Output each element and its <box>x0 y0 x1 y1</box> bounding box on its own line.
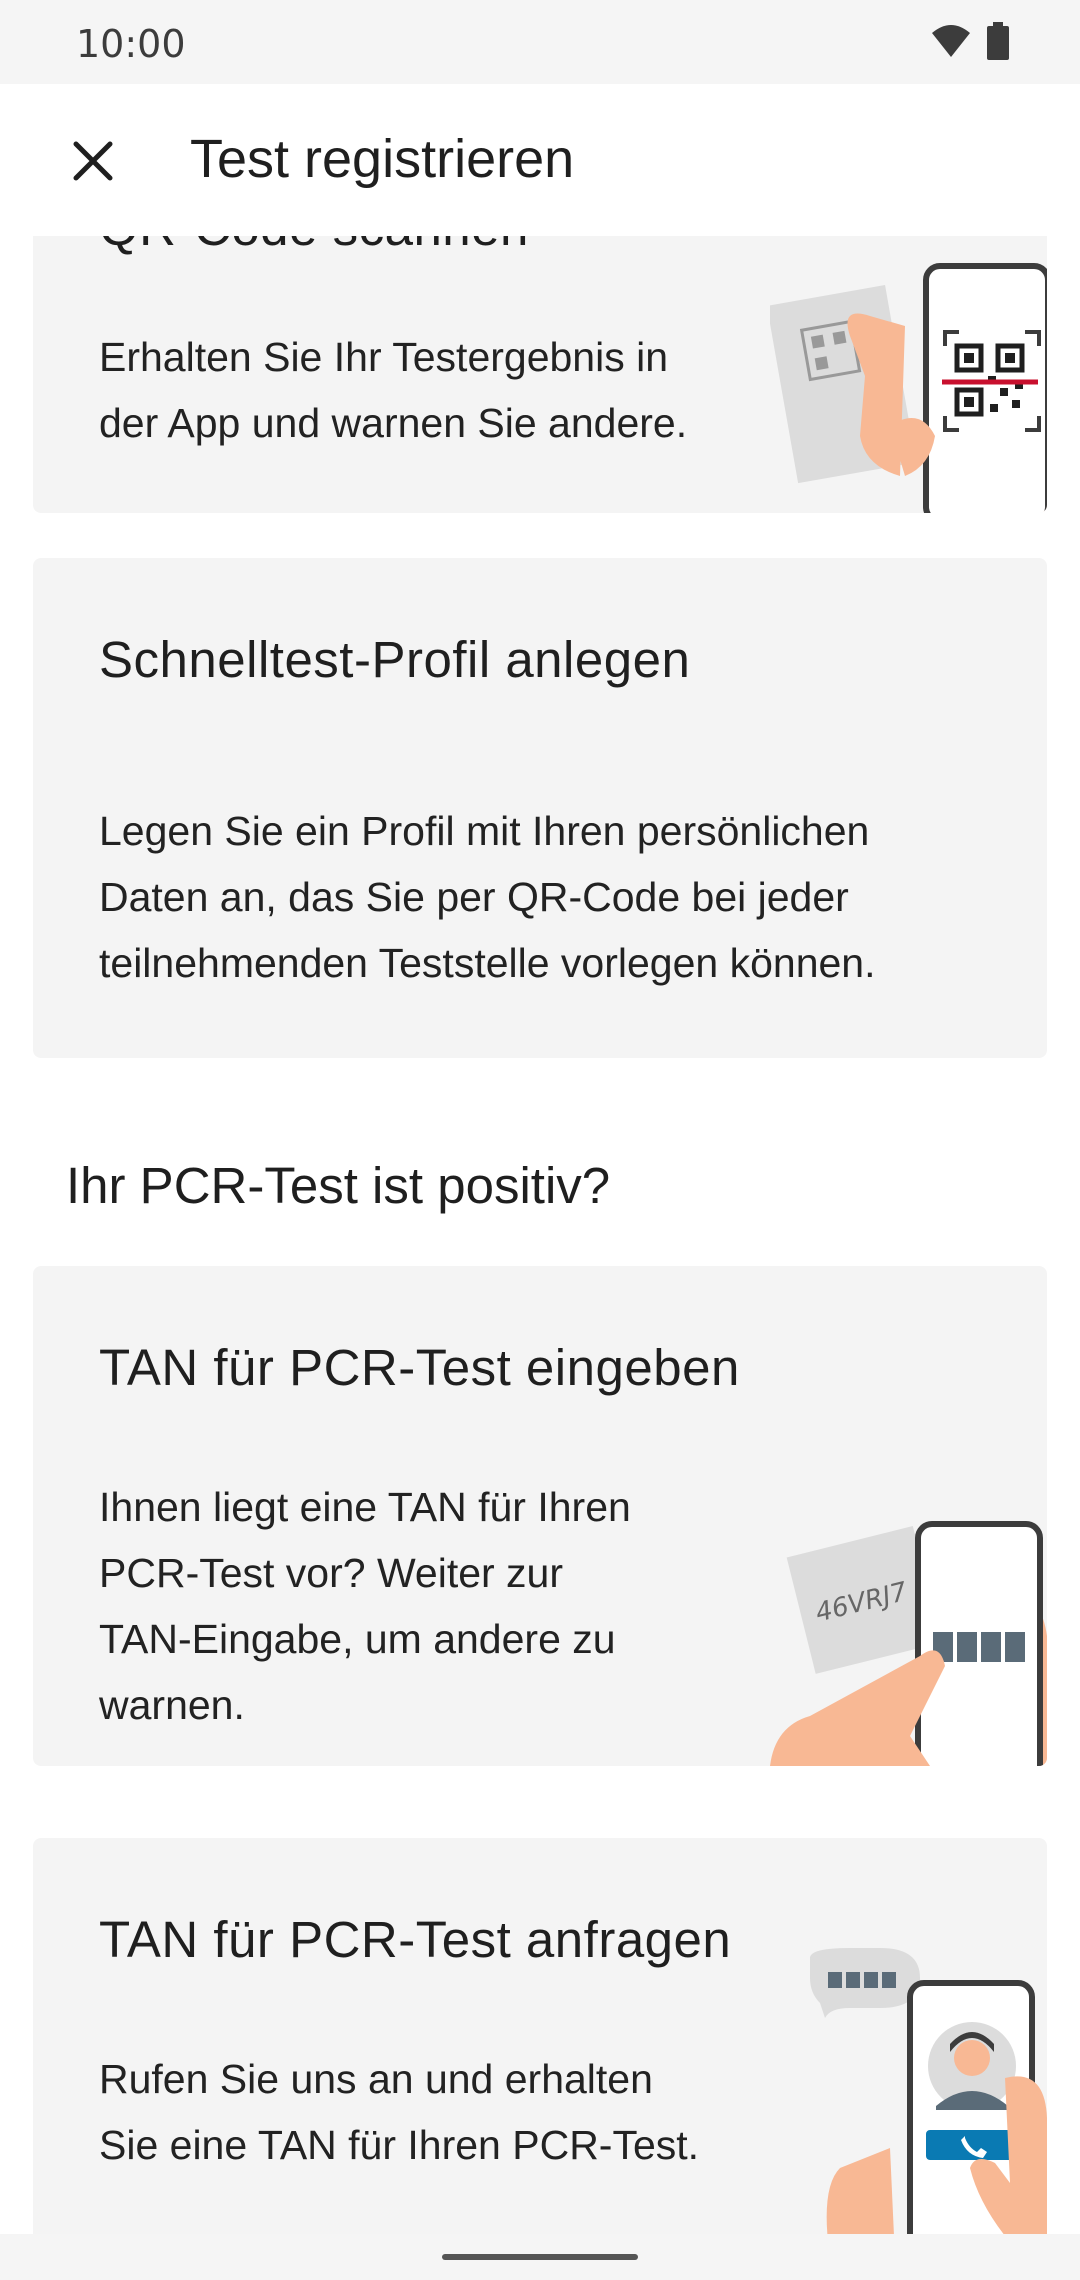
navigation-bar <box>0 2234 1080 2280</box>
card-description: Erhalten Sie Ihr Testergebnis in der App… <box>99 334 688 446</box>
status-icons <box>930 22 1010 60</box>
tan-hotline-illustration <box>810 1948 1047 2234</box>
card-title: QR-Code scannen <box>99 236 529 257</box>
card-description: Legen Sie ein Profil mit Ihren persönlic… <box>99 808 876 986</box>
card-rapid-test-profile[interactable]: Schnelltest-Profil anlegen Legen Sie ein… <box>33 558 1047 1058</box>
content-scroll-area[interactable]: QR-Code scannen Erhalten Sie Ihr Testerg… <box>0 236 1080 2234</box>
card-title: TAN für PCR-Test anfragen <box>99 1911 732 1968</box>
close-button[interactable] <box>58 126 128 196</box>
app-bar: Test registrieren <box>0 84 1080 236</box>
page-title: Test registrieren <box>190 129 575 189</box>
section-heading-pcr-positive: Ihr PCR-Test ist positiv? <box>66 1157 611 1214</box>
card-description: Ihnen liegt eine TAN für Ihren PCR-Test … <box>99 1484 631 1728</box>
close-icon <box>73 141 113 181</box>
card-request-tan[interactable]: TAN für PCR-Test anfragen Rufen Sie uns … <box>33 1838 1047 2234</box>
card-enter-tan[interactable]: TAN für PCR-Test eingeben Ihnen liegt ei… <box>33 1266 1047 1766</box>
card-description: Rufen Sie uns an und erhalten Sie eine T… <box>99 2056 700 2168</box>
tan-entry-illustration: 46VRJ7 <box>770 1521 1047 1766</box>
battery-icon <box>987 22 1009 60</box>
card-scan-qr-code[interactable]: QR-Code scannen Erhalten Sie Ihr Testerg… <box>33 236 1047 513</box>
card-title: TAN für PCR-Test eingeben <box>99 1339 740 1396</box>
card-title: Schnelltest-Profil anlegen <box>99 631 691 688</box>
qr-scan-illustration <box>770 263 1047 513</box>
home-gesture-handle[interactable] <box>442 2254 638 2260</box>
status-bar: 10:00 <box>0 0 1080 84</box>
wifi-icon <box>932 25 970 57</box>
status-time: 10:00 <box>76 22 186 66</box>
